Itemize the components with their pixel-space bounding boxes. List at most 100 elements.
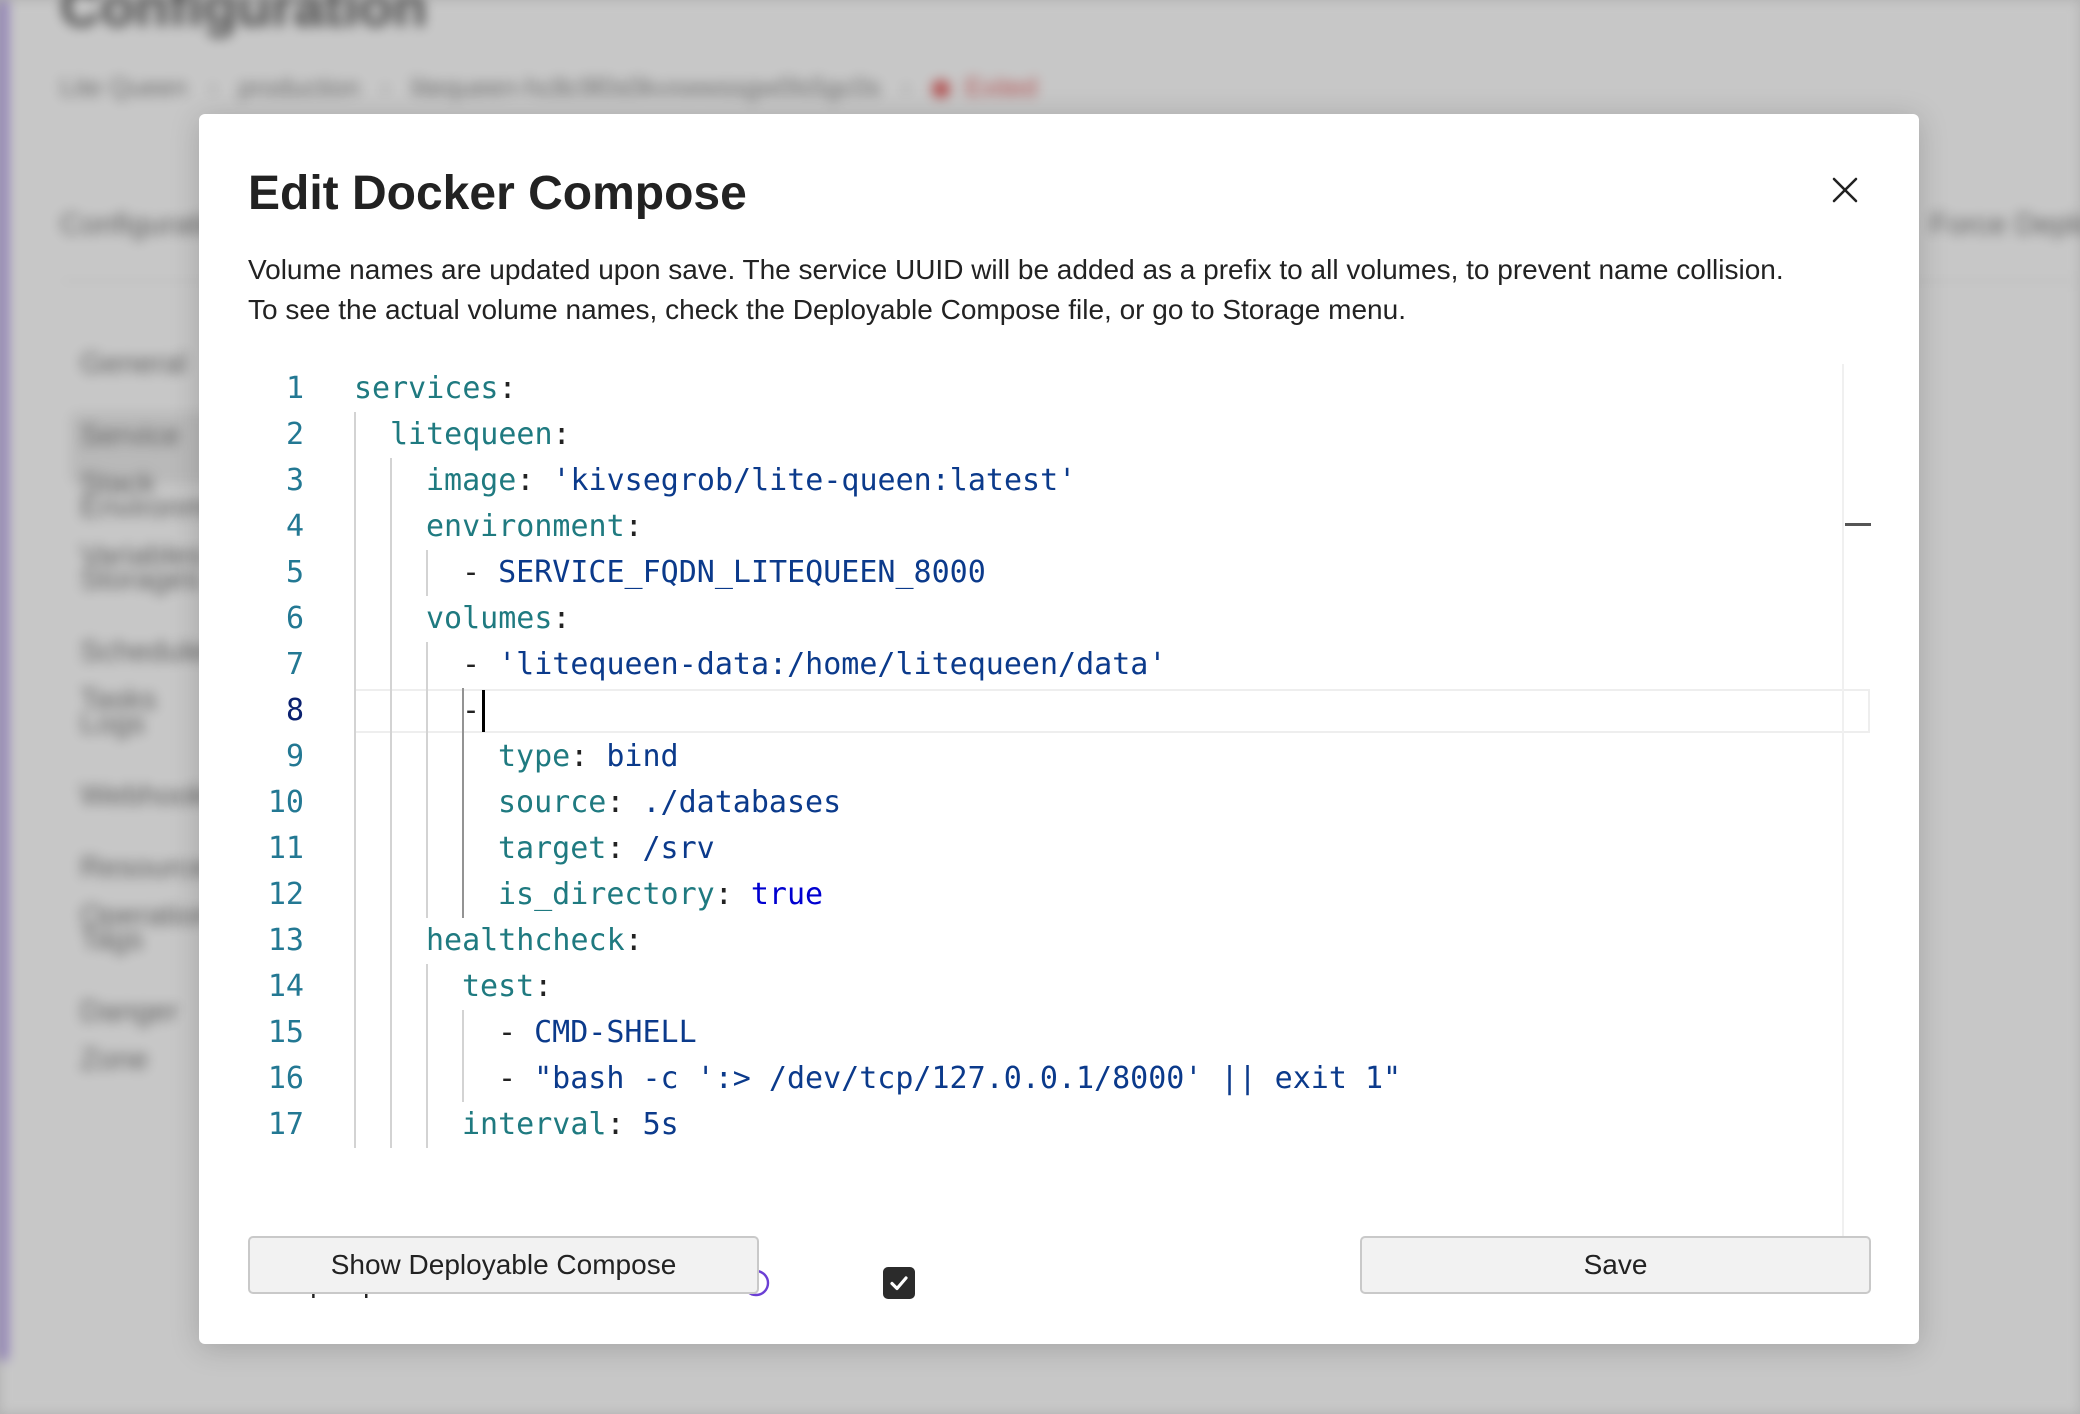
escape-labels-checkbox[interactable] <box>883 1267 915 1299</box>
code-line[interactable]: 8- <box>248 688 1873 734</box>
code-text: target: /srv <box>498 826 715 872</box>
yaml-space <box>588 739 606 774</box>
line-number: 16 <box>267 1061 304 1096</box>
yaml-space <box>534 463 552 498</box>
close-icon <box>1832 177 1858 203</box>
code-text: image: 'kivsegrob/lite-queen:latest' <box>426 458 1076 504</box>
line-number: 2 <box>285 417 304 452</box>
yaml-space <box>624 785 642 820</box>
line-number: 10 <box>267 785 304 820</box>
code-line[interactable]: 4 environment: <box>248 504 1873 550</box>
code-line[interactable]: 6 volumes: <box>248 596 1873 642</box>
yaml-dash: - <box>462 647 499 682</box>
checkmark-icon <box>890 1276 908 1291</box>
code-line[interactable]: 11 target: /srv <box>248 826 1873 872</box>
code-line[interactable]: 10 source: ./databases <box>248 780 1873 826</box>
yaml-key: source <box>498 785 607 820</box>
yaml-colon: : <box>570 739 589 774</box>
line-number: 5 <box>285 555 304 590</box>
code-text: healthcheck: <box>426 918 643 964</box>
yaml-key: healthcheck <box>426 923 625 958</box>
yaml-key: is_directory <box>498 877 715 912</box>
code-line[interactable]: 14 test: <box>248 964 1873 1010</box>
yaml-space <box>624 831 642 866</box>
yaml-key: environment <box>426 509 625 544</box>
indent-guide <box>462 1010 464 1102</box>
line-number: 9 <box>285 739 304 774</box>
code-text: - <box>462 688 498 734</box>
code-line[interactable]: 16 - "bash -c ':> /dev/tcp/127.0.0.1/8000… <box>248 1056 1873 1102</box>
yaml-dash: - <box>462 555 499 590</box>
line-number: 17 <box>267 1107 304 1142</box>
code-text: test: <box>462 964 552 1010</box>
code-line[interactable]: 2 litequeen: <box>248 412 1873 458</box>
modal-title: Edit Docker Compose <box>248 167 747 220</box>
indent-guide <box>426 642 428 918</box>
yaml-key: volumes <box>426 601 553 636</box>
yaml-colon: : <box>606 831 625 866</box>
yaml-value: true <box>750 877 824 912</box>
yaml-colon: : <box>606 1107 625 1142</box>
yaml-value: 'kivsegrob/lite-queen:latest' <box>552 463 1077 498</box>
text-cursor <box>482 690 486 732</box>
editor-scrollbar[interactable] <box>1842 364 1873 1246</box>
yaml-key: interval <box>462 1107 607 1142</box>
yaml-key: services <box>354 371 499 406</box>
code-text: - 'litequeen-data:/home/litequeen/data' <box>462 642 1166 688</box>
scroll-position-marker <box>1845 523 1871 526</box>
show-deployable-compose-button[interactable]: Show Deployable Compose <box>248 1236 759 1294</box>
code-line[interactable]: 7 - 'litequeen-data:/home/litequeen/data' <box>248 642 1873 688</box>
edit-compose-modal: Edit Docker Compose Volume names are upd… <box>199 114 1919 1344</box>
yaml-colon: : <box>624 509 643 544</box>
code-line[interactable]: 12 is_directory: true <box>248 872 1873 918</box>
yaml-space <box>733 877 751 912</box>
yaml-colon: : <box>534 969 553 1004</box>
yaml-colon: : <box>606 785 625 820</box>
yaml-key: type <box>498 739 571 774</box>
line-number: 15 <box>267 1015 304 1050</box>
yaml-colon: : <box>498 371 517 406</box>
code-text: litequeen: <box>390 412 571 458</box>
yaml-colon: : <box>624 923 643 958</box>
yaml-value: "bash -c ':> /dev/tcp/127.0.0.1/8000' ||… <box>534 1061 1402 1096</box>
code-text: environment: <box>426 504 643 550</box>
yaml-colon: : <box>714 877 733 912</box>
line-number: 3 <box>285 463 304 498</box>
line-number: 7 <box>285 647 304 682</box>
yaml-key: target <box>498 831 607 866</box>
yaml-space <box>625 1107 643 1142</box>
save-button[interactable]: Save <box>1360 1236 1871 1294</box>
current-line-highlight <box>354 689 1870 733</box>
code-line[interactable]: 15 - CMD-SHELL <box>248 1010 1873 1056</box>
indent-guide <box>354 412 356 1148</box>
line-number: 6 <box>285 601 304 636</box>
code-text: volumes: <box>426 596 571 642</box>
yaml-colon: : <box>516 463 535 498</box>
yaml-dash: - <box>462 693 499 728</box>
close-button[interactable] <box>1819 164 1871 216</box>
description-line: To see the actual volume names, check th… <box>248 294 1406 325</box>
code-line[interactable]: 9 type: bind <box>248 734 1873 780</box>
code-line[interactable]: 13 healthcheck: <box>248 918 1873 964</box>
yaml-value: /srv <box>642 831 715 866</box>
yaml-value: CMD-SHELL <box>534 1015 697 1050</box>
yaml-key: litequeen <box>390 417 553 452</box>
code-text: interval: 5s <box>462 1102 679 1148</box>
line-number: 14 <box>267 969 304 1004</box>
code-line[interactable]: 5 - SERVICE_FQDN_LITEQUEEN_8000 <box>248 550 1873 596</box>
line-number: 1 <box>285 371 304 406</box>
code-text: is_directory: true <box>498 872 823 918</box>
indent-guide <box>390 458 392 1148</box>
compose-code-editor[interactable]: 1 services: 2 litequeen: 3 image: 'kivsegrob/… <box>248 364 1873 1246</box>
code-text: type: bind <box>498 734 679 780</box>
yaml-value: 'litequeen-data:/home/litequeen/data' <box>498 647 1167 682</box>
yaml-key: test <box>462 969 535 1004</box>
yaml-value: 5s <box>642 1107 679 1142</box>
code-line[interactable]: 17 interval: 5s <box>248 1102 1873 1148</box>
line-number: 8 <box>285 693 304 728</box>
code-line[interactable]: 1 services: <box>248 366 1873 412</box>
yaml-value: ./databases <box>642 785 842 820</box>
code-line[interactable]: 3 image: 'kivsegrob/lite-queen:latest' <box>248 458 1873 504</box>
modal-description: Volume names are updated upon save. The … <box>248 250 1888 330</box>
code-text: services: <box>354 366 517 412</box>
